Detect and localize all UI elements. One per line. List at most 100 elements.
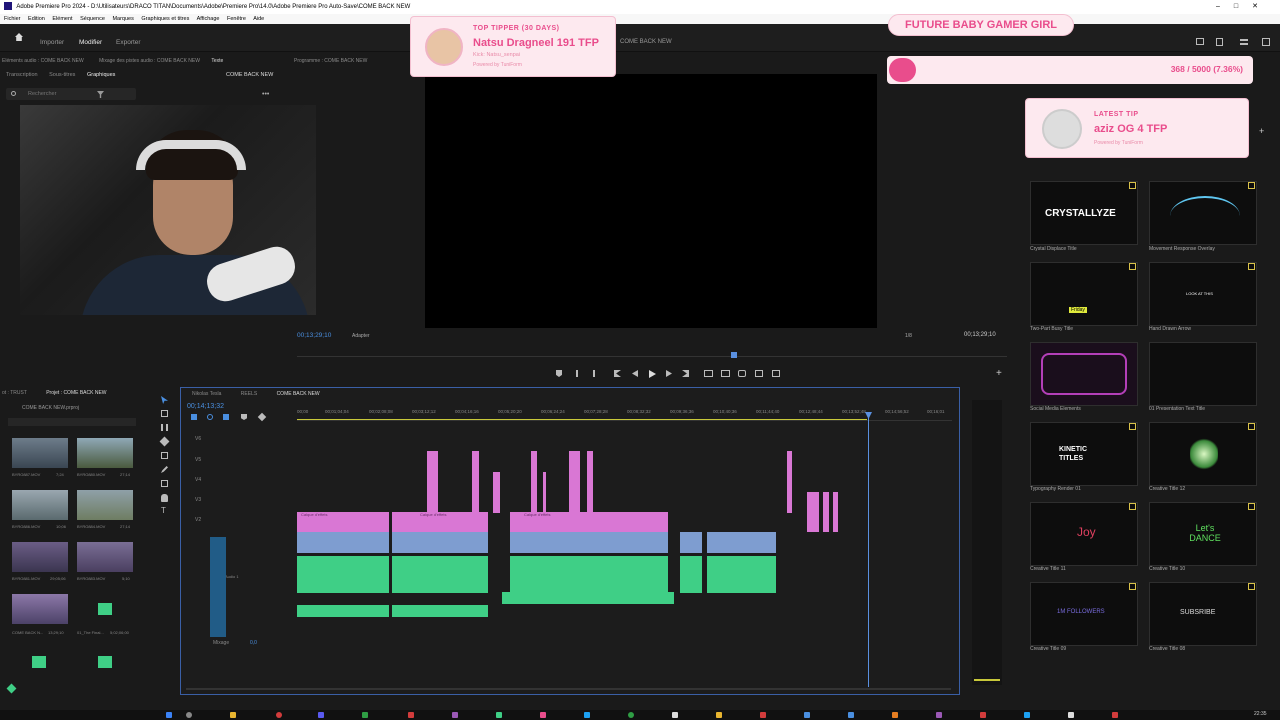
project-search-input[interactable] bbox=[8, 418, 136, 426]
start-icon[interactable] bbox=[166, 712, 172, 718]
track-label-v6[interactable]: V6 bbox=[195, 436, 201, 442]
audio-clip-a1[interactable] bbox=[297, 556, 389, 593]
mix-value[interactable]: 0,0 bbox=[250, 640, 257, 646]
play-icon[interactable] bbox=[649, 370, 656, 378]
menu-affichage[interactable]: Affichage bbox=[197, 16, 220, 22]
app-icon[interactable] bbox=[804, 712, 810, 718]
export-frame-icon[interactable] bbox=[738, 370, 746, 377]
project-thumb[interactable] bbox=[12, 490, 68, 520]
effect-card[interactable]: SUBSRIBE bbox=[1149, 582, 1257, 646]
audio-file-icon[interactable] bbox=[98, 656, 112, 668]
video-clip-v1[interactable] bbox=[707, 532, 776, 553]
text-tab[interactable]: Texte bbox=[211, 58, 223, 64]
audio-file-icon[interactable] bbox=[32, 656, 46, 668]
more-options-icon[interactable]: ••• bbox=[262, 91, 269, 98]
snap-icon[interactable] bbox=[207, 414, 213, 420]
source-patch-v1-a1[interactable] bbox=[210, 537, 226, 637]
app-icon[interactable] bbox=[496, 712, 502, 718]
program-header[interactable]: Programme : COME BACK NEW bbox=[294, 55, 414, 67]
video-clip[interactable] bbox=[543, 472, 546, 513]
taskbar-search-icon[interactable] bbox=[186, 712, 192, 718]
menu-edition[interactable]: Edition bbox=[28, 16, 45, 22]
audio-clip-a1[interactable] bbox=[707, 556, 776, 593]
audio-clip-a3[interactable] bbox=[297, 605, 389, 617]
project-thumb[interactable] bbox=[77, 542, 133, 572]
add-button-icon[interactable]: + bbox=[996, 368, 1002, 379]
video-clip[interactable] bbox=[493, 472, 500, 513]
type-tool-icon[interactable]: T bbox=[161, 506, 166, 515]
razor-tool-icon[interactable] bbox=[159, 436, 170, 447]
step-forward-icon[interactable] bbox=[666, 370, 672, 377]
effect-layer-clip[interactable]: Calque d'effets bbox=[392, 512, 488, 532]
timeline-tab-reels[interactable]: REELS bbox=[241, 391, 257, 397]
share-icon[interactable] bbox=[1216, 38, 1223, 46]
mark-out-icon[interactable] bbox=[593, 370, 595, 377]
project-thumb[interactable] bbox=[77, 490, 133, 520]
effect-card[interactable]: KINETIC TITLES bbox=[1030, 422, 1138, 486]
audio-mixer-tab[interactable]: Mixage des pistes audio : COME BACK NEW bbox=[99, 58, 200, 64]
effect-layer-clip[interactable]: Calque d'effets bbox=[297, 512, 389, 532]
video-clip[interactable] bbox=[587, 451, 593, 513]
effect-card[interactable] bbox=[1030, 342, 1138, 406]
effect-card[interactable] bbox=[1149, 342, 1257, 406]
discord-icon[interactable] bbox=[318, 712, 324, 718]
timeline-marker-icon[interactable] bbox=[241, 414, 247, 420]
go-to-in-icon[interactable] bbox=[614, 370, 621, 377]
effect-card[interactable]: Joy bbox=[1030, 502, 1138, 566]
app-icon[interactable] bbox=[408, 712, 414, 718]
app-icon[interactable] bbox=[362, 712, 368, 718]
audio-clip-a1[interactable] bbox=[392, 556, 488, 593]
audio-elements-tab[interactable]: Eléments audio : COME BACK NEW bbox=[2, 58, 84, 64]
audio-clip-a1[interactable] bbox=[680, 556, 702, 593]
video-clip[interactable] bbox=[787, 451, 792, 513]
vr-view-icon[interactable] bbox=[772, 370, 780, 377]
app-icon[interactable] bbox=[892, 712, 898, 718]
menu-graphiques[interactable]: Graphiques et titres bbox=[141, 16, 189, 22]
project-tab-trust[interactable]: ot : TRUST bbox=[2, 390, 27, 396]
video-clip[interactable] bbox=[472, 451, 479, 513]
program-timecode[interactable]: 00;13;29;10 bbox=[297, 332, 331, 339]
video-clip[interactable] bbox=[427, 451, 438, 513]
program-playhead[interactable] bbox=[731, 352, 737, 358]
wrench-icon[interactable] bbox=[257, 412, 267, 422]
menu-aide[interactable]: Aide bbox=[253, 16, 264, 22]
app-icon[interactable] bbox=[1112, 712, 1118, 718]
menu-fenetre[interactable]: Fenêtre bbox=[227, 16, 246, 22]
step-back-icon[interactable] bbox=[632, 370, 638, 377]
subtab-transcription[interactable]: Transcription bbox=[6, 72, 38, 78]
app-icon[interactable] bbox=[848, 712, 854, 718]
fullscreen-icon[interactable] bbox=[1196, 38, 1204, 45]
fit-select[interactable]: Adapter bbox=[352, 333, 370, 339]
program-scrubber[interactable] bbox=[297, 356, 1007, 357]
timeline-tab-nikolas[interactable]: Nikolas Tesla bbox=[192, 391, 221, 397]
menu-marques[interactable]: Marques bbox=[112, 16, 133, 22]
file-explorer-icon[interactable] bbox=[230, 712, 236, 718]
window-controls[interactable]: –□✕ bbox=[1216, 0, 1272, 14]
audio-clip-a3[interactable] bbox=[392, 605, 488, 617]
search-input[interactable]: Rechercher bbox=[6, 88, 136, 100]
app-icon[interactable] bbox=[540, 712, 546, 718]
app-icon[interactable] bbox=[716, 712, 722, 718]
app-icon[interactable] bbox=[936, 712, 942, 718]
track-label-v5[interactable]: V5 bbox=[195, 457, 201, 463]
go-to-out-icon[interactable] bbox=[682, 370, 689, 377]
pencil-icon[interactable] bbox=[6, 683, 17, 694]
pen-tool-icon[interactable] bbox=[161, 466, 168, 473]
tab-importer[interactable]: Importer bbox=[40, 39, 64, 46]
browser-icon[interactable] bbox=[276, 712, 282, 718]
app-icon[interactable] bbox=[760, 712, 766, 718]
app-icon[interactable] bbox=[628, 712, 634, 718]
effect-card[interactable]: Let's DANCE bbox=[1149, 502, 1257, 566]
project-thumb[interactable] bbox=[12, 438, 68, 468]
resolution-select[interactable]: 1/8 bbox=[905, 333, 912, 339]
effect-card[interactable]: Friday bbox=[1030, 262, 1138, 326]
comparison-view-icon[interactable] bbox=[755, 370, 763, 377]
project-tab-main[interactable]: Projet : COME BACK NEW bbox=[46, 390, 106, 396]
track-label-v2[interactable]: V2 bbox=[195, 517, 201, 523]
video-clip[interactable] bbox=[531, 451, 537, 513]
video-clip[interactable] bbox=[807, 492, 819, 532]
timeline-tab-comeback[interactable]: COME BACK NEW bbox=[277, 391, 320, 397]
add-marker-icon[interactable] bbox=[556, 370, 562, 377]
menu-fichier[interactable]: Fichier bbox=[4, 16, 21, 22]
mark-in-icon[interactable] bbox=[576, 370, 578, 377]
